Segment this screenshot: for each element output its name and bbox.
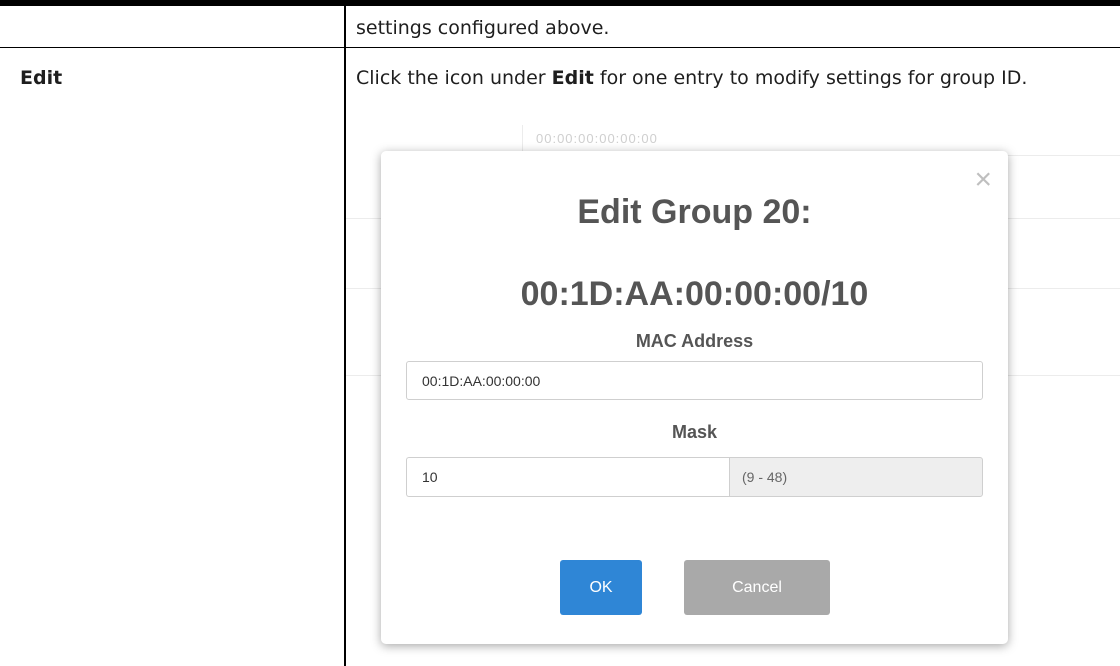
ok-button[interactable]: OK [560, 560, 642, 615]
desc-text-bold: Edit [551, 67, 594, 89]
edit-row-description: Click the icon under Edit for one entry … [356, 64, 1096, 93]
previous-row-description: settings configured above. [356, 17, 610, 39]
mac-address-input[interactable] [406, 361, 983, 400]
table-top-border [0, 0, 1120, 6]
edit-group-dialog: × Edit Group 20: 00:1D:AA:00:00:00/10 MA… [381, 151, 1008, 644]
cancel-button[interactable]: Cancel [684, 560, 830, 615]
mask-range-hint: (9 - 48) [729, 457, 983, 497]
edit-row-label: Edit [20, 67, 63, 89]
mac-address-label: MAC Address [635, 331, 754, 351]
row-divider [0, 47, 1120, 48]
mask-input[interactable] [406, 457, 729, 497]
dialog-title: Edit Group 20: [577, 193, 812, 231]
desc-text-post: for one entry to modify settings for gro… [593, 67, 1028, 89]
dialog-subtitle: 00:1D:AA:00:00:00/10 [520, 275, 869, 313]
mask-label: Mask [671, 422, 718, 442]
background-faded-text: 00:00:00:00:00:00 [536, 131, 658, 146]
close-icon[interactable]: × [974, 165, 992, 195]
mask-input-group: (9 - 48) [406, 457, 983, 497]
desc-text-pre: Click the icon under [356, 67, 552, 89]
